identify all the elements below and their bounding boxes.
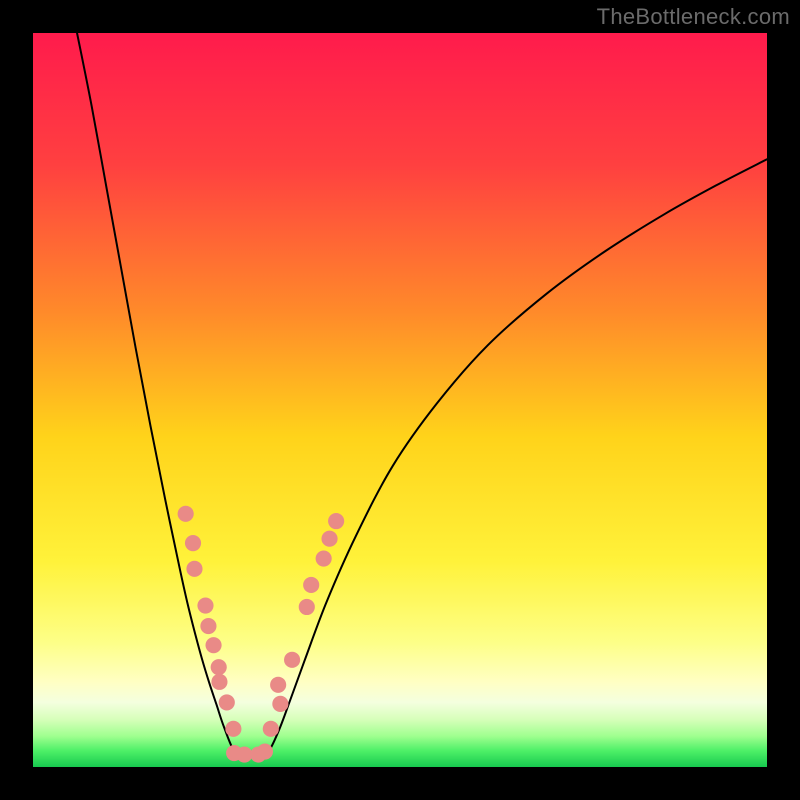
scatter-dot: [328, 513, 344, 529]
scatter-dot: [219, 694, 235, 710]
scatter-dot: [205, 637, 221, 653]
scatter-dot: [236, 746, 252, 762]
scatter-dot: [178, 506, 194, 522]
scatter-dot: [321, 531, 337, 547]
scatter-dot: [211, 674, 227, 690]
scatter-dot: [211, 659, 227, 675]
scatter-dot: [257, 744, 273, 760]
scatter-dot: [263, 721, 279, 737]
plot-area: [33, 33, 767, 767]
scatter-dot: [225, 721, 241, 737]
scatter-dot: [299, 599, 315, 615]
scatter-dot: [284, 652, 300, 668]
stage: TheBottleneck.com: [0, 0, 800, 800]
scatter-dot: [185, 535, 201, 551]
scatter-dot: [270, 677, 286, 693]
scatter-dot: [200, 618, 216, 634]
gradient-background: [33, 33, 767, 767]
scatter-dot: [303, 577, 319, 593]
watermark-text: TheBottleneck.com: [597, 4, 790, 30]
scatter-dot: [197, 597, 213, 613]
scatter-dot: [186, 561, 202, 577]
scatter-dot: [316, 550, 332, 566]
bottleneck-chart: [33, 33, 767, 767]
scatter-dot: [272, 696, 288, 712]
